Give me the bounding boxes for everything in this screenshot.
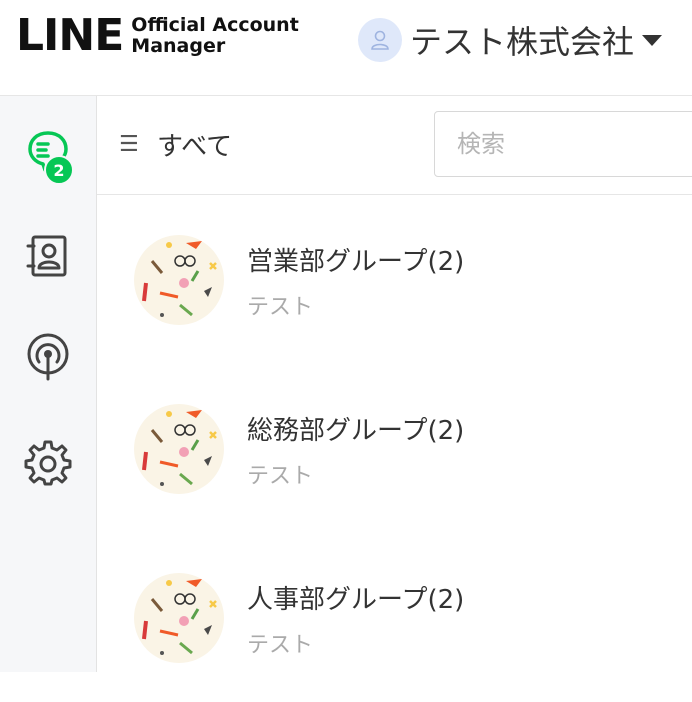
avatar-pattern: [142, 241, 217, 317]
list-item[interactable]: 営業部グループ(2) テスト: [97, 195, 692, 364]
avatar: [134, 235, 224, 325]
chat-name: 営業部グループ(2): [247, 247, 465, 277]
avatar: [134, 573, 224, 663]
search-input[interactable]: [434, 111, 692, 177]
avatar-pattern: [142, 579, 217, 655]
filter-label: すべて: [157, 132, 233, 162]
account-avatar: [358, 18, 402, 62]
chat-name: 人事部グループ(2): [247, 585, 465, 615]
chat-toolbar: ☰ すべて: [97, 96, 692, 195]
list-item[interactable]: 総務部グループ(2) テスト: [97, 364, 692, 533]
unread-badge: 2: [44, 155, 74, 185]
logo-wordmark: LINE: [16, 10, 124, 61]
filter-dropdown[interactable]: ☰ すべて: [119, 126, 232, 163]
logo-subtitle: Official Account Manager: [131, 15, 298, 57]
chat-name: 総務部グループ(2): [247, 416, 465, 446]
sidebar-item-broadcast[interactable]: [0, 317, 96, 397]
chat-last-message: テスト: [247, 295, 314, 320]
list-item[interactable]: 人事部グループ(2) テスト: [97, 533, 692, 702]
logo-subtitle-line1: Official Account: [131, 14, 299, 36]
chat-list: 営業部グループ(2) テスト 総務部グループ(2) テスト 人事部グループ(2)…: [97, 195, 692, 702]
menu-icon: ☰: [119, 132, 139, 157]
chevron-down-icon: [642, 34, 663, 46]
chat-last-message: テスト: [247, 633, 314, 658]
chat-last-message: テスト: [247, 464, 314, 489]
gear-icon: [24, 440, 72, 486]
contacts-icon: [26, 235, 67, 277]
user-icon: [371, 30, 389, 50]
avatar-pattern: [142, 410, 217, 486]
account-switcher[interactable]: テスト株式会社: [358, 17, 663, 63]
sidebar-item-settings[interactable]: [0, 422, 96, 502]
logo[interactable]: LINE Official Account Manager: [16, 14, 299, 58]
account-name: テスト株式会社: [410, 23, 635, 61]
sidebar-item-chat[interactable]: 2: [0, 111, 96, 191]
sidebar: 2: [0, 96, 97, 672]
app-header: LINE Official Account Manager テスト株式会社: [0, 0, 692, 96]
sidebar-item-contacts[interactable]: [0, 216, 96, 296]
avatar: [134, 404, 224, 494]
logo-subtitle-line2: Manager: [131, 35, 226, 57]
broadcast-icon: [27, 333, 69, 381]
